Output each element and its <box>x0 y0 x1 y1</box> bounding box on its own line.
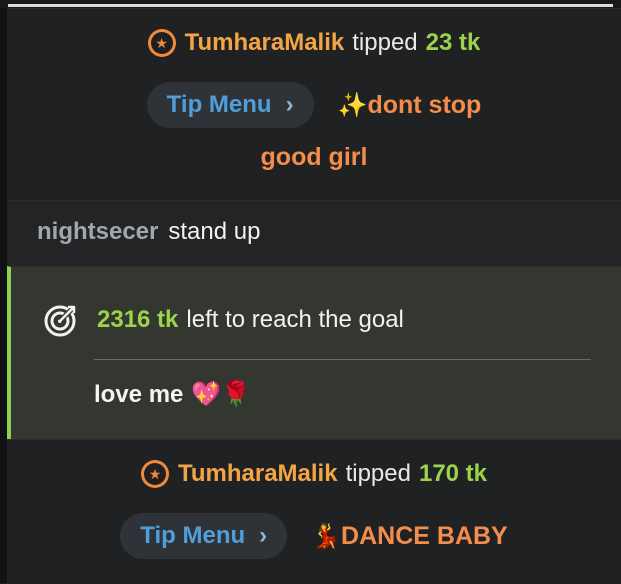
tip-line-1: ★ TumharaMalik tipped 23 tk <box>7 29 621 57</box>
dancer-emoji: 💃 <box>311 522 342 550</box>
goal-description-text: love me <box>94 380 184 408</box>
star-badge-icon: ★ <box>140 460 169 488</box>
tip-action-text: tipped <box>345 460 411 487</box>
left-rail <box>0 0 7 583</box>
tip-line-2: ★ TumharaMalik tipped 170 tk <box>7 460 621 488</box>
tip-amount: 170 tk <box>418 460 488 487</box>
star-badge-icon: ★ <box>147 29 176 57</box>
tip-menu-row-1: Tip Menu › ✨dont stop <box>7 82 621 128</box>
goal-progress-card: 2316 tk left to reach the goal love me 💖… <box>7 266 621 439</box>
top-separator <box>0 0 621 8</box>
tip-action-text: tipped <box>352 29 418 56</box>
tip-menu-note: ✨dont stop <box>338 91 482 120</box>
tip-menu-note: 💃DANCE BABY <box>311 522 508 551</box>
chevron-right-icon: › <box>259 522 268 549</box>
tip-menu-label: Tip Menu <box>166 91 272 118</box>
goal-description-emojis: 💖🌹 <box>191 381 252 408</box>
chat-line: nightsecer stand up <box>37 218 260 246</box>
tip-amount: 23 tk <box>425 29 481 56</box>
chevron-right-icon: › <box>285 91 294 118</box>
goal-text: left to reach the goal <box>186 306 404 333</box>
chat-message: nightsecer stand up <box>7 200 621 266</box>
sparkles-emoji: ✨ <box>337 91 368 119</box>
tip-menu-note-line2: good girl <box>260 143 368 171</box>
goal-row: 2316 tk left to reach the goal <box>43 302 404 338</box>
chat-username[interactable]: nightsecer <box>37 218 158 246</box>
tip-username[interactable]: TumharaMalik <box>185 29 345 57</box>
tip-menu-row-2: Tip Menu › 💃DANCE BABY <box>7 513 621 559</box>
chat-text: stand up <box>168 218 261 245</box>
tip-menu-label: Tip Menu <box>140 522 246 549</box>
tip-username[interactable]: TumharaMalik <box>178 460 338 488</box>
tip-notification-1: ★ TumharaMalik tipped 23 tk Tip Menu › ✨… <box>7 8 621 200</box>
top-bar <box>8 4 613 7</box>
goal-divider <box>94 359 591 360</box>
tip-menu-button[interactable]: Tip Menu › <box>146 82 314 128</box>
goal-amount: 2316 tk <box>97 306 179 333</box>
target-icon <box>44 305 76 337</box>
tip-menu-note-text: DANCE BABY <box>341 521 508 550</box>
tip-notification-2: ★ TumharaMalik tipped 170 tk Tip Menu › … <box>7 439 621 584</box>
tip-menu-note-line1: dont stop <box>367 90 482 119</box>
goal-description: love me 💖🌹 <box>94 380 251 409</box>
tip-menu-button[interactable]: Tip Menu › <box>120 513 288 559</box>
